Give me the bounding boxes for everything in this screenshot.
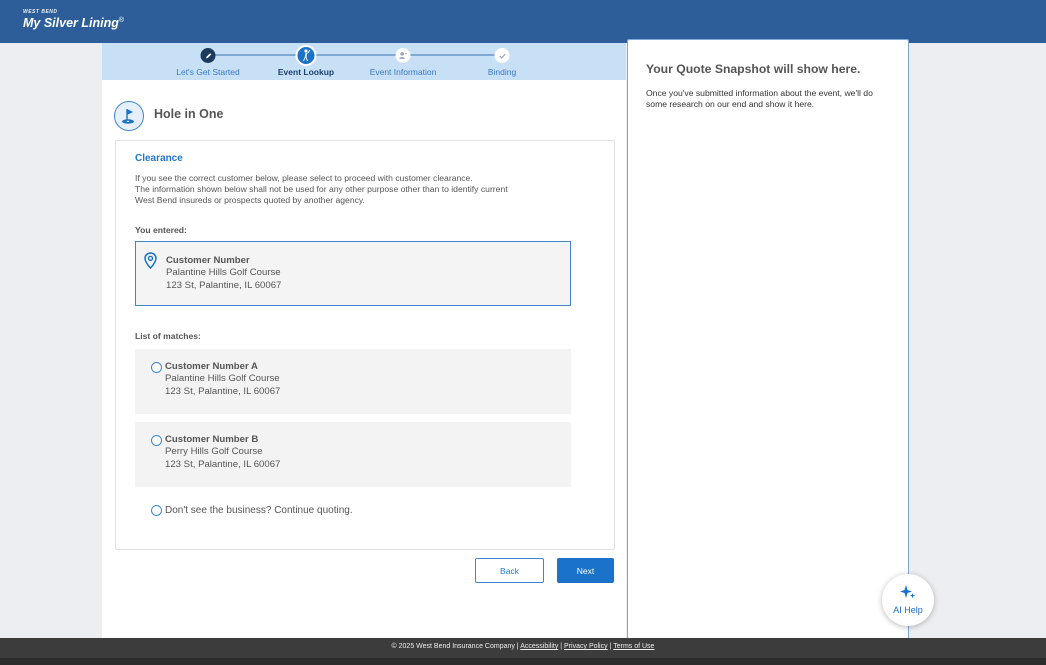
no-match-radio[interactable] [151, 505, 162, 516]
main-panel: Let's Get Started Event Lookup Event Inf… [102, 43, 626, 638]
match-b-radio[interactable] [151, 435, 162, 446]
accessibility-link[interactable]: Accessibility [520, 643, 558, 650]
match-a-line2: 123 St, Palantine, IL 60067 [165, 385, 281, 397]
brand-name: My Silver Lining [23, 16, 119, 30]
description-line: West Bend insureds or prospects quoted b… [135, 195, 365, 206]
step-label: Event Information [369, 67, 437, 77]
copyright-text: © 2025 West Bend Insurance Company | [391, 643, 519, 650]
ai-help-button[interactable]: AI Help [882, 574, 934, 626]
entered-line2: 123 St, Palantine, IL 60067 [166, 279, 282, 291]
check-icon [494, 48, 510, 63]
snapshot-text: Once you've submitted information about … [646, 88, 873, 109]
clearance-description: If you see the correct customer below, p… [135, 173, 575, 207]
entered-customer-name: Customer Number [166, 255, 250, 266]
brand-small-text: WEST BEND [23, 9, 58, 15]
match-b-line1: Perry Hills Golf Course [165, 446, 263, 458]
clearance-heading: Clearance [135, 153, 183, 164]
back-button[interactable]: Back [475, 558, 544, 583]
snapshot-title: Your Quote Snapshot will show here. [646, 62, 861, 76]
footer-text: © 2025 West Bend Insurance Company | Acc… [391, 643, 655, 650]
progress-stepper: Let's Get Started Event Lookup Event Inf… [102, 43, 626, 80]
match-option-a[interactable]: Customer Number A Palantine Hills Golf C… [135, 349, 571, 414]
step-label: Binding [487, 67, 517, 77]
list-of-matches-label: List of matches: [135, 331, 201, 341]
quote-snapshot-panel: Your Quote Snapshot will show here. Once… [627, 39, 909, 639]
match-b-line2: 123 St, Palantine, IL 60067 [165, 458, 281, 470]
location-pin-icon [144, 252, 157, 274]
step-label: Event Lookup [277, 67, 335, 77]
match-a-radio[interactable] [151, 362, 162, 373]
match-b-name: Customer Number B [165, 434, 259, 445]
match-a-name: Customer Number A [165, 361, 258, 372]
golf-flag-icon [114, 101, 144, 131]
ai-help-label: AI Help [893, 605, 923, 615]
page-footer: © 2025 West Bend Insurance Company | Acc… [0, 638, 1046, 665]
no-match-label: Don't see the business? Continue quoting… [165, 505, 353, 516]
entered-line1: Palantine Hills Golf Course [166, 267, 281, 279]
match-b-address: Customer Number B Perry Hills Golf Cours… [165, 434, 280, 471]
sparkle-icon [900, 585, 916, 604]
pencil-icon [200, 48, 216, 63]
step-connector [306, 54, 402, 56]
entered-address: Customer Number Palantine Hills Golf Cou… [166, 255, 281, 292]
entered-customer-box: Customer Number Palantine Hills Golf Cou… [135, 241, 571, 306]
app-header: WEST BEND My Silver Lining® [0, 0, 1046, 43]
next-button[interactable]: Next [557, 558, 614, 583]
page-title: Hole in One [154, 107, 224, 121]
step-label: Let's Get Started [176, 67, 240, 77]
brand-logo[interactable]: WEST BEND My Silver Lining® [23, 9, 124, 30]
description-line: The information shown below shall not be… [135, 184, 508, 195]
clearance-card: Clearance If you see the correct custome… [115, 140, 615, 550]
step-connector [402, 54, 498, 56]
match-a-address: Customer Number A Palantine Hills Golf C… [165, 361, 280, 398]
match-option-b[interactable]: Customer Number B Perry Hills Golf Cours… [135, 422, 571, 487]
footer-strip [0, 658, 1046, 665]
step-connector [210, 54, 306, 56]
match-a-line1: Palantine Hills Golf Course [165, 373, 280, 385]
privacy-policy-link[interactable]: Privacy Policy [564, 643, 608, 650]
description-line: If you see the correct customer below, p… [135, 173, 473, 183]
brand-mark: ® [118, 16, 125, 24]
you-entered-label: You entered: [135, 225, 187, 235]
terms-of-use-link[interactable]: Terms of Use [613, 643, 654, 650]
person-icon [395, 48, 411, 63]
golfer-icon [295, 45, 317, 66]
